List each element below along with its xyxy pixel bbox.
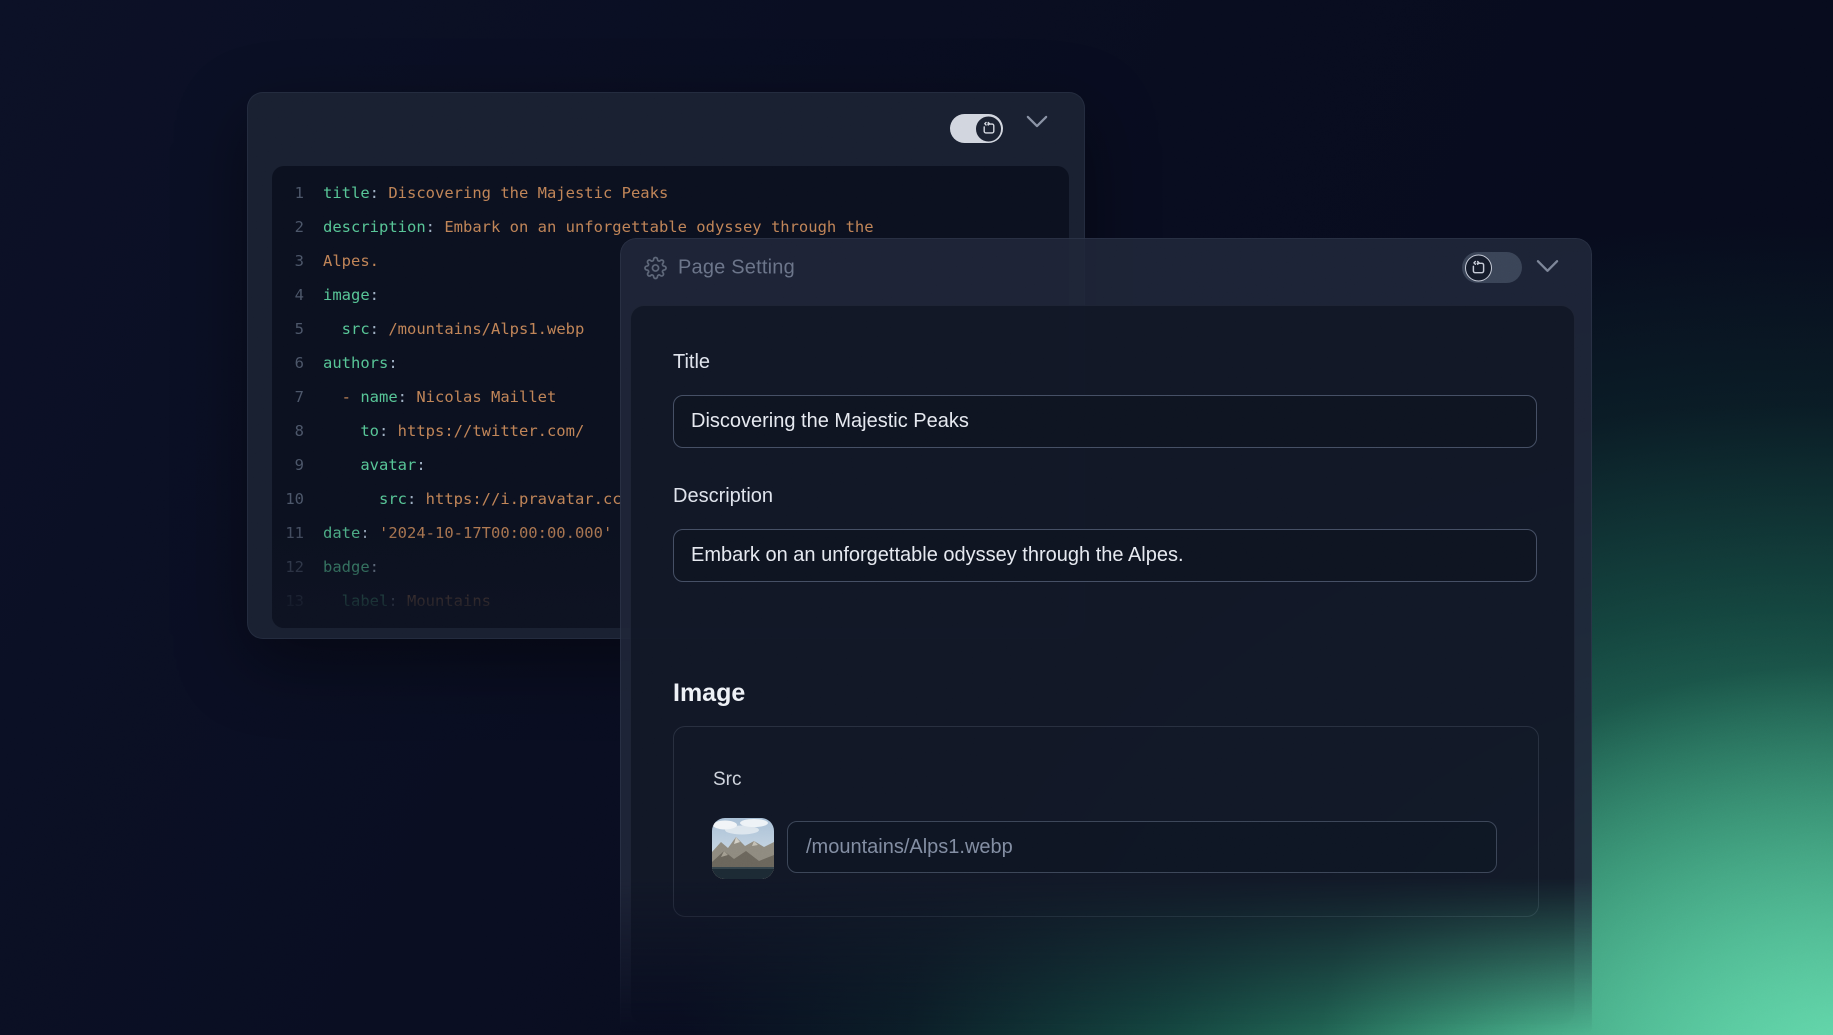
image-thumbnail[interactable]	[712, 818, 774, 879]
panel-title: Page Setting	[678, 257, 795, 280]
code-block-icon	[1465, 254, 1492, 281]
line-number: 8	[272, 422, 304, 440]
description-input[interactable]	[673, 529, 1537, 582]
form-card: Title Description Image Src	[630, 305, 1575, 1025]
page: Page Setting 1title: Discovering the Maj…	[0, 0, 1833, 1035]
gear-icon	[644, 257, 667, 280]
image-src-input[interactable]	[787, 821, 1497, 873]
title-input[interactable]	[673, 395, 1537, 448]
line-number: 4	[272, 286, 304, 304]
description-label: Description	[673, 485, 773, 508]
image-group-box: Src	[673, 726, 1539, 917]
line-number: 10	[272, 490, 304, 508]
line-number: 9	[272, 456, 304, 474]
chevron-down-icon[interactable]	[1026, 115, 1048, 128]
line-number: 2	[272, 218, 304, 236]
form-panel-header: Page Setting	[644, 257, 795, 280]
image-section-heading: Image	[673, 679, 745, 708]
src-label: Src	[713, 769, 742, 791]
line-number: 6	[272, 354, 304, 372]
line-number: 7	[272, 388, 304, 406]
code-line: 1title: Discovering the Majestic Peaks	[272, 176, 1069, 210]
code-block-icon	[976, 116, 1001, 141]
code-view-toggle[interactable]	[1462, 252, 1522, 283]
line-number: 3	[272, 252, 304, 270]
line-number: 1	[272, 184, 304, 202]
chevron-down-icon[interactable]	[1536, 259, 1559, 273]
code-view-toggle[interactable]	[950, 114, 1003, 143]
title-label: Title	[673, 351, 710, 374]
page-setting-form-panel: Page Setting Title Description Image Src	[620, 238, 1592, 1035]
line-number: 5	[272, 320, 304, 338]
